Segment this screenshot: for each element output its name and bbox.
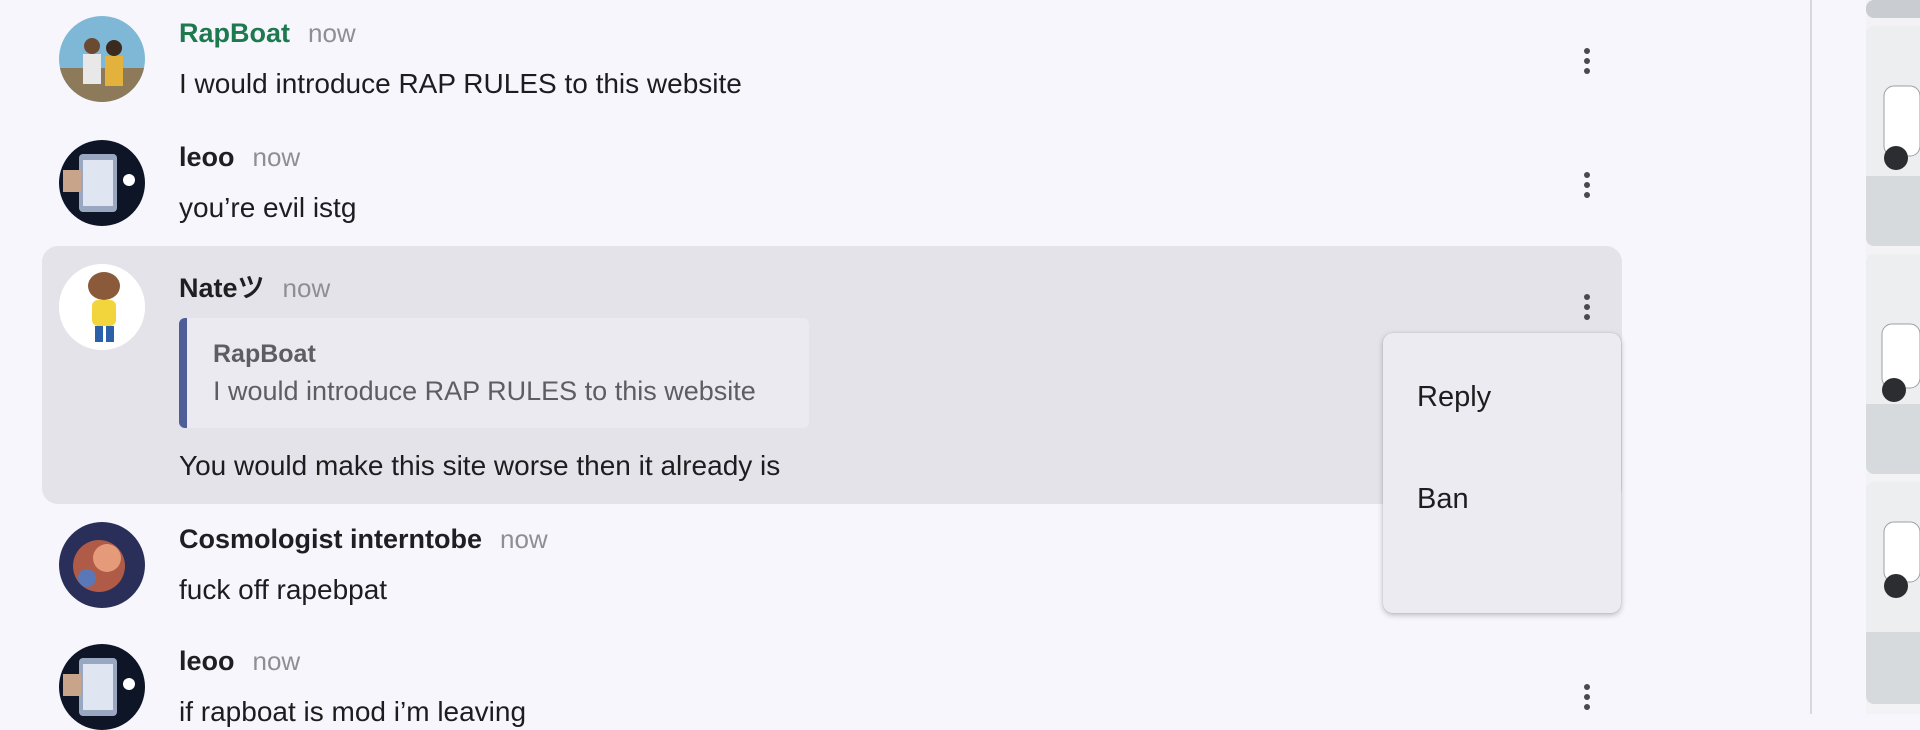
thumbnail[interactable] [1866, 482, 1920, 704]
message-text: You would make this site worse then it a… [179, 450, 781, 481]
message-text: you’re evil istg [179, 192, 357, 223]
message-item: RapBoat now I would introduce RAP RULES … [0, 0, 1800, 122]
quoted-username: RapBoat [213, 340, 316, 368]
timestamp: now [500, 524, 548, 554]
side-panel [1866, 0, 1920, 714]
thumbnail[interactable] [1866, 254, 1920, 474]
thumbnail[interactable] [1866, 0, 1920, 18]
more-vertical-icon[interactable] [1572, 287, 1602, 327]
more-vertical-icon[interactable] [1572, 677, 1602, 717]
message-text: fuck off rapebpat [179, 574, 388, 605]
more-vertical-icon[interactable] [1572, 41, 1602, 81]
panel-divider [1810, 0, 1812, 714]
context-menu: Reply Ban [1383, 333, 1621, 613]
quoted-text: I would introduce RAP RULES to this webs… [213, 376, 756, 406]
avatar[interactable] [59, 140, 145, 226]
avatar[interactable] [59, 644, 145, 730]
timestamp: now [252, 646, 301, 676]
avatar[interactable] [59, 522, 145, 608]
message-text: if rapboat is mod i’m leaving [179, 696, 527, 727]
timestamp: now [252, 142, 301, 172]
avatar[interactable] [59, 264, 145, 350]
timestamp: now [282, 273, 331, 303]
message-text: I would introduce RAP RULES to this webs… [179, 68, 742, 99]
chat-feed: RapBoat now I would introduce RAP RULES … [0, 0, 1800, 730]
menu-item-reply[interactable]: Reply [1417, 381, 1491, 414]
thumbnail[interactable] [1866, 26, 1920, 246]
more-vertical-icon[interactable] [1572, 165, 1602, 205]
message-item: leoo now if rapboat is mod i’m leaving [0, 626, 1800, 730]
username[interactable]: Nateツ [179, 266, 265, 305]
avatar[interactable] [59, 16, 145, 102]
username[interactable]: Cosmologist interntobe [179, 524, 482, 555]
timestamp: now [308, 18, 356, 48]
username[interactable]: leoo [179, 646, 235, 677]
username[interactable]: RapBoat [179, 18, 290, 49]
menu-item-ban[interactable]: Ban [1417, 483, 1469, 516]
username[interactable]: leoo [179, 142, 235, 173]
reply-quote[interactable]: RapBoat I would introduce RAP RULES to t… [179, 318, 809, 428]
message-item: leoo now you’re evil istg [0, 122, 1800, 246]
